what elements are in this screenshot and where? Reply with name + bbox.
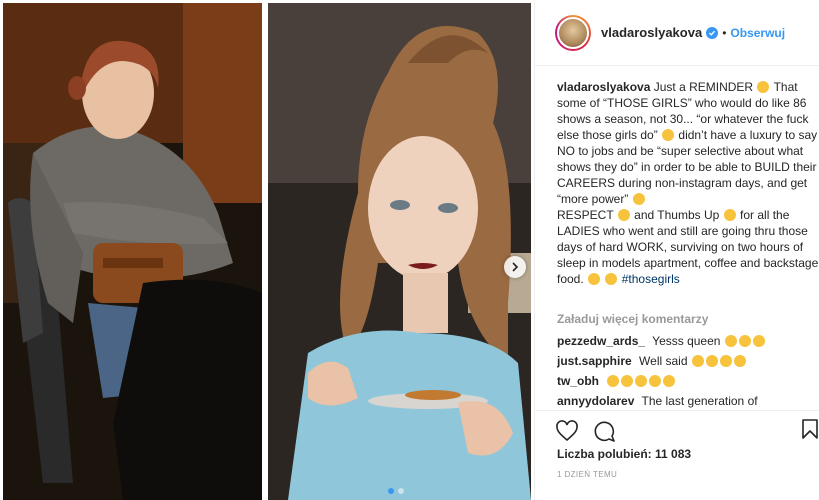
comments-list: pezzedw_ards_ Yesss queen just.sapphire … <box>557 332 819 410</box>
cat-face-emoji-icon <box>662 129 675 141</box>
post-actions: Liczba polubień: 11 083 1 DZIEŃ TEMU <box>535 410 819 500</box>
clapping-hands-emoji-icon <box>752 335 765 347</box>
post-timestamp: 1 DZIEŃ TEMU <box>557 470 618 479</box>
thumbs-up-emoji-icon <box>723 209 736 221</box>
comment-username[interactable]: just.sapphire <box>557 354 632 368</box>
separator-dot: • <box>722 25 727 40</box>
avatar[interactable] <box>555 14 591 51</box>
load-more-comments-button[interactable]: Załaduj więcej komentarzy <box>557 312 708 326</box>
clapping-hands-emoji-icon <box>705 355 718 367</box>
fist-emoji-icon <box>617 209 630 221</box>
avatar-image <box>557 16 589 49</box>
comment-icon[interactable] <box>592 419 616 443</box>
comment-item: tw_obh <box>557 372 819 392</box>
caption-text: and Thumbs Up <box>634 208 720 222</box>
flexed-biceps-emoji-icon <box>632 193 645 205</box>
clapping-hands-emoji-icon <box>724 335 737 347</box>
caption-username[interactable]: vladaroslyakova <box>557 80 650 94</box>
bookmark-icon[interactable] <box>798 417 819 441</box>
verified-badge-icon <box>706 26 719 39</box>
caption-text: RESPECT <box>557 208 614 222</box>
carousel-dot <box>388 488 394 494</box>
comment-text: Yesss queen <box>652 334 721 348</box>
comment-item: just.sapphire Well said <box>557 352 819 372</box>
clapping-hands-emoji-icon <box>733 355 746 367</box>
clapping-hands-emoji-icon <box>607 375 620 387</box>
post-media[interactable] <box>0 0 531 500</box>
post-header: vladaroslyakova • Obserwuj <box>535 0 819 66</box>
hashtag-link[interactable]: #thosegirls <box>622 272 680 286</box>
post-photo-left <box>3 3 262 500</box>
comment-text: Well said <box>639 354 688 368</box>
clapping-hands-emoji-icon <box>649 375 662 387</box>
clapping-hands-emoji-icon <box>621 375 634 387</box>
likes-count[interactable]: Liczba polubień: 11 083 <box>557 447 691 461</box>
clapping-hands-emoji-icon <box>719 355 732 367</box>
clapping-hands-emoji-icon <box>738 335 751 347</box>
post-sidebar: vladaroslyakova • Obserwuj vladaroslyako… <box>534 0 819 500</box>
clapping-hands-emoji-icon <box>663 375 676 387</box>
clapping-hands-emoji-icon <box>691 355 704 367</box>
comment-username[interactable]: annyydolarev <box>557 394 634 408</box>
comment-username[interactable]: pezzedw_ards_ <box>557 334 645 348</box>
comment-item: pezzedw_ards_ Yesss queen <box>557 332 819 352</box>
praying-hands-emoji-icon <box>605 273 618 285</box>
carousel-dots <box>388 488 404 494</box>
post-caption: vladaroslyakova Just a REMINDER That som… <box>557 79 819 287</box>
heart-icon[interactable] <box>555 419 579 443</box>
heart-emoji-icon <box>588 273 601 285</box>
comment-item: annyydolarev The last generation of <box>557 392 819 410</box>
comment-username[interactable]: tw_obh <box>557 374 599 388</box>
username-link[interactable]: vladaroslyakova <box>601 25 702 40</box>
follow-button[interactable]: Obserwuj <box>730 26 785 40</box>
carousel-next-button[interactable] <box>504 256 526 278</box>
chevron-right-icon <box>512 262 519 272</box>
clapping-hands-emoji-icon <box>635 375 648 387</box>
caption-text: Just a REMINDER <box>653 80 754 94</box>
post-photo-right <box>268 3 531 500</box>
pointing-hand-emoji-icon <box>757 81 770 93</box>
comment-text: The last generation of <box>641 394 758 408</box>
carousel-dot <box>398 488 404 494</box>
